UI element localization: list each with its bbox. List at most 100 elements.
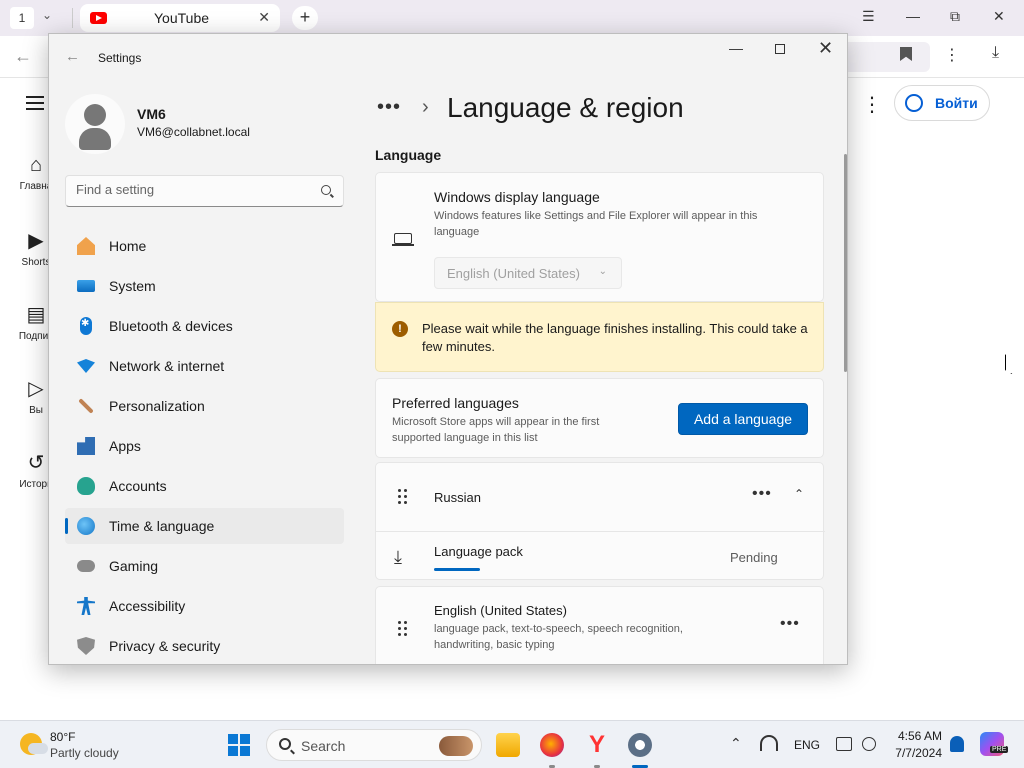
language-name: Russian (434, 490, 481, 505)
yandex-browser-icon[interactable] (585, 731, 609, 759)
start-button[interactable] (228, 734, 250, 756)
display-language-title: Windows display language (434, 189, 600, 205)
tab-youtube[interactable]: YouTube ✕ (80, 4, 280, 32)
wifi-icon (77, 357, 95, 375)
nav-item-network[interactable]: Network & internet (65, 348, 344, 384)
nav-item-privacy[interactable]: Privacy & security (65, 628, 344, 664)
language-card-russian: Russian ••• ⌃ ⤓ Language pack Pending (375, 462, 825, 580)
display-icon[interactable] (836, 737, 852, 751)
language-pack-label: Language pack (434, 544, 523, 559)
nav-item-home[interactable]: Home (65, 228, 344, 264)
back-arrow-icon[interactable]: ← (14, 46, 32, 67)
bluetooth-icon (80, 317, 92, 335)
search-icon[interactable] (321, 185, 331, 195)
language-pack-status: Pending (730, 550, 778, 565)
clock-date[interactable]: 7/7/2024 (888, 746, 942, 760)
display-language-description: Windows features like Settings and File … (434, 210, 758, 238)
network-icon[interactable] (760, 735, 778, 751)
nav-item-bluetooth[interactable]: Bluetooth & devices (65, 308, 344, 344)
weather-temperature[interactable]: 80°F (50, 730, 75, 744)
nav-label: Time & language (109, 518, 215, 534)
nav-label: Network & internet (109, 358, 225, 374)
laptop-icon (392, 233, 414, 246)
maximize-icon[interactable] (775, 44, 785, 54)
copilot-icon[interactable]: PRE (980, 732, 1009, 756)
accessibility-icon (77, 597, 95, 615)
nav-item-gaming[interactable]: Gaming (65, 548, 344, 584)
minimize-icon[interactable]: — (906, 8, 920, 24)
breadcrumb-overflow[interactable]: ••• (377, 96, 401, 119)
settings-nav: Home System Bluetooth & devices Network … (65, 228, 344, 664)
close-icon[interactable]: ✕ (258, 9, 270, 26)
tab-counter[interactable]: 1 (10, 7, 34, 29)
close-icon[interactable]: ✕ (993, 8, 1005, 25)
weather-icon[interactable] (20, 733, 48, 755)
add-language-button[interactable]: Add a language (678, 403, 808, 435)
menu-icon[interactable]: ☰ (862, 8, 875, 25)
language-card-english: English (United States) language pack, t… (375, 586, 824, 664)
search-input[interactable] (76, 182, 306, 197)
nav-item-accounts[interactable]: Accounts (65, 468, 344, 504)
sync-icon[interactable] (862, 737, 876, 751)
new-tab-button[interactable]: + (292, 6, 318, 30)
drag-handle-icon[interactable] (398, 621, 408, 637)
nav-label: Gaming (109, 558, 159, 574)
gaming-icon (77, 560, 95, 572)
settings-icon[interactable] (628, 733, 652, 757)
youtube-logo-icon (90, 12, 107, 24)
home-icon (77, 237, 95, 255)
hamburger-menu-icon[interactable] (26, 96, 44, 110)
avatar-body (79, 128, 111, 150)
display-language-card: Windows display language Windows feature… (375, 172, 824, 302)
preferred-languages-description: Microsoft Store apps will appear in the … (392, 416, 600, 444)
warning-text: Please wait while the language finishes … (422, 321, 808, 354)
chevron-up-icon[interactable]: ⌃ (794, 487, 804, 501)
nav-label: Bluetooth & devices (109, 318, 233, 334)
close-icon[interactable]: ✕ (818, 38, 833, 59)
more-options-icon[interactable]: ••• (780, 615, 800, 633)
nav-item-apps[interactable]: Apps (65, 428, 344, 464)
nav-item-system[interactable]: System (65, 268, 344, 304)
back-arrow-icon[interactable]: ← (65, 48, 80, 65)
login-button[interactable]: Войти (894, 85, 990, 121)
more-options-icon[interactable]: ••• (752, 485, 772, 503)
scrollbar[interactable] (844, 154, 847, 372)
download-icon[interactable]: ⤓ (992, 44, 999, 62)
login-label: Войти (935, 95, 978, 111)
chevron-down-icon[interactable]: ⌄ (42, 8, 52, 22)
clock-time[interactable]: 4:56 AM (896, 729, 942, 743)
nav-item-time-language[interactable]: Time & language (65, 508, 344, 544)
shield-icon (77, 637, 95, 655)
more-vertical-icon[interactable]: ⋮ (862, 92, 882, 117)
language-pack-progress (434, 568, 480, 571)
drag-handle-icon[interactable] (398, 489, 408, 505)
taskbar-search[interactable]: Search (266, 729, 482, 761)
language-name: English (United States) (434, 603, 567, 618)
chevron-up-icon[interactable]: ⌃ (730, 735, 742, 752)
settings-window: ← Settings — ✕ VM6 VM6@collabnet.local H… (48, 33, 848, 665)
firefox-icon[interactable] (540, 733, 564, 757)
find-setting-search[interactable] (65, 175, 344, 207)
weather-description[interactable]: Partly cloudy (50, 746, 119, 760)
mouse-cursor-icon (1005, 354, 1015, 374)
nav-label: Apps (109, 438, 141, 454)
minimize-icon[interactable]: — (729, 40, 743, 56)
restore-icon[interactable]: ⧉ (950, 8, 960, 25)
nav-item-personalization[interactable]: Personalization (65, 388, 344, 424)
file-explorer-icon[interactable] (496, 733, 520, 757)
display-language-dropdown[interactable]: English (United States) ⌄ (434, 257, 622, 289)
avatar[interactable] (65, 94, 125, 154)
preferred-languages-title: Preferred languages (392, 395, 519, 411)
section-title: Language (375, 147, 442, 163)
search-icon (279, 738, 291, 750)
notification-bell-icon[interactable] (950, 736, 964, 752)
dropdown-value: English (United States) (447, 266, 580, 281)
user-name: VM6 (137, 106, 166, 122)
install-warning-banner: ! Please wait while the language finishe… (375, 302, 824, 372)
more-vertical-icon[interactable]: ⋮ (944, 45, 960, 65)
preferred-languages-card: Preferred languages Microsoft Store apps… (375, 378, 824, 458)
system-icon (77, 280, 95, 292)
nav-item-accessibility[interactable]: Accessibility (65, 588, 344, 624)
tab-title: YouTube (154, 10, 210, 26)
input-language[interactable]: ENG (794, 738, 820, 752)
